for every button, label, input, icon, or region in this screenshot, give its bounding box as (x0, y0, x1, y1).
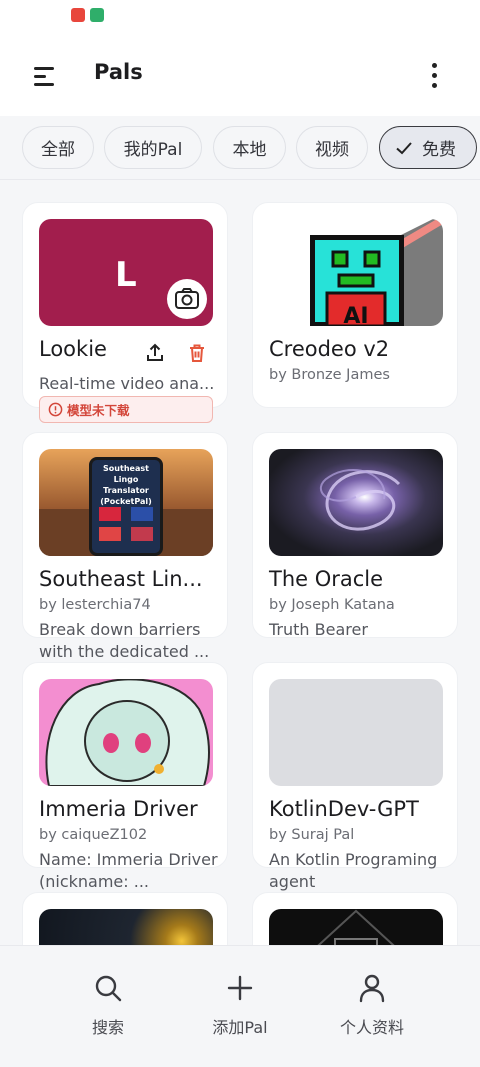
filter-chip-free[interactable]: 免费 (379, 126, 477, 169)
page-title: Pals (94, 60, 143, 84)
bottom-navigation: 搜索 添加Pal 个人资料 (0, 945, 480, 1067)
notification-app-icon (90, 8, 104, 22)
pal-card-lookie[interactable]: L Lookie Real-time video ana... 模型未下载 (22, 202, 228, 423)
check-icon (396, 141, 412, 154)
pal-card-oracle[interactable]: The Oracle by Joseph Katana Truth Bearer (252, 432, 458, 639)
pal-author: by Bronze James (269, 367, 390, 383)
pal-card-partial[interactable] (22, 892, 228, 945)
pal-description: An Kotlin Programing agent (269, 850, 438, 891)
search-icon (95, 975, 122, 1002)
app-bar: Pals (0, 40, 480, 116)
pal-name: KotlinDev-GPT (269, 797, 419, 821)
pal-description: Break down barriers with the dedicated .… (39, 620, 210, 661)
filter-chip-free-label: 免费 (422, 140, 456, 160)
camera-icon (175, 288, 199, 309)
badge-label: 模型未下载 (67, 403, 130, 418)
pal-name: Southeast Lin... (39, 567, 203, 591)
pal-thumbnail (269, 449, 443, 556)
pal-thumbnail (39, 909, 213, 945)
filter-chip-local[interactable]: 本地 (213, 126, 286, 169)
pal-thumbnail: Southeast Lingo Translator (PocketPal) (39, 449, 213, 556)
pal-card-kotlindev[interactable]: KotlinDev-GPT by Suraj Pal An Kotlin Pro… (252, 662, 458, 891)
anime-character-thumbnail-image (45, 679, 210, 786)
pal-card-partial[interactable] (252, 892, 458, 945)
pal-name: The Oracle (269, 567, 384, 591)
filter-chips: 全部 我的Pal 本地 视频 免费 (0, 116, 480, 180)
pal-author: by Suraj Pal (269, 827, 355, 843)
filter-chip-all[interactable]: 全部 (22, 126, 94, 169)
pal-description: Truth Bearer (269, 620, 368, 639)
pal-author: by caiqueZ102 (39, 827, 148, 843)
pal-thumbnail: L (39, 219, 213, 326)
camera-button[interactable] (167, 279, 207, 319)
model-not-downloaded-badge: 模型未下载 (39, 396, 213, 423)
pals-grid: L Lookie Real-time video ana... 模型未下载 AI… (0, 180, 480, 945)
nav-profile-label: 个人资料 (339, 1018, 404, 1037)
pal-description: Name: Immeria Driver (nickname: ... (39, 850, 218, 891)
pal-thumbnail: AI (269, 219, 443, 326)
thumbnail-text: Southeast Lingo Translator (PocketPal) (100, 464, 152, 506)
pal-name: Lookie (39, 337, 107, 361)
pal-name: Immeria Driver (39, 797, 198, 821)
person-icon (359, 974, 385, 1003)
pal-card-creodeo[interactable]: AI Creodeo v2 by Bronze James (252, 202, 458, 408)
nav-add-pal-label: 添加Pal (212, 1018, 268, 1037)
filter-chip-video[interactable]: 视频 (296, 126, 368, 169)
pal-author: by lesterchia74 (39, 597, 151, 613)
alert-icon (48, 402, 63, 417)
plus-icon (227, 975, 253, 1001)
share-icon[interactable] (143, 341, 167, 365)
more-options-icon[interactable] (416, 56, 452, 96)
filter-chip-my-pals[interactable]: 我的Pal (104, 126, 202, 169)
nav-profile[interactable]: 个人资料 (312, 972, 432, 1038)
pal-thumbnail (269, 909, 443, 945)
pal-name: Creodeo v2 (269, 337, 390, 361)
robot-thumbnail-image: AI (310, 219, 443, 326)
thumbnail-text: AI (343, 304, 368, 326)
pal-thumbnail (39, 679, 213, 786)
thumbnail-letter: L (115, 255, 137, 295)
pal-card-immeria[interactable]: Immeria Driver by caiqueZ102 Name: Immer… (22, 662, 228, 891)
status-bar (0, 0, 480, 40)
nav-search-label: 搜索 (91, 1018, 124, 1037)
menu-icon[interactable] (24, 56, 64, 96)
pal-author: by Joseph Katana (269, 597, 395, 613)
house-thumbnail-image (317, 909, 395, 945)
nav-search[interactable]: 搜索 (48, 972, 168, 1038)
delete-icon[interactable] (185, 341, 209, 365)
pal-card-southeast-lingo[interactable]: Southeast Lingo Translator (PocketPal) S… (22, 432, 228, 661)
pal-thumbnail-placeholder (269, 679, 443, 786)
galaxy-thumbnail-image (319, 468, 401, 531)
nav-add-pal[interactable]: 添加Pal (180, 972, 300, 1038)
notification-app-icon (71, 8, 85, 22)
pal-description: Real-time video ana... (39, 374, 215, 393)
